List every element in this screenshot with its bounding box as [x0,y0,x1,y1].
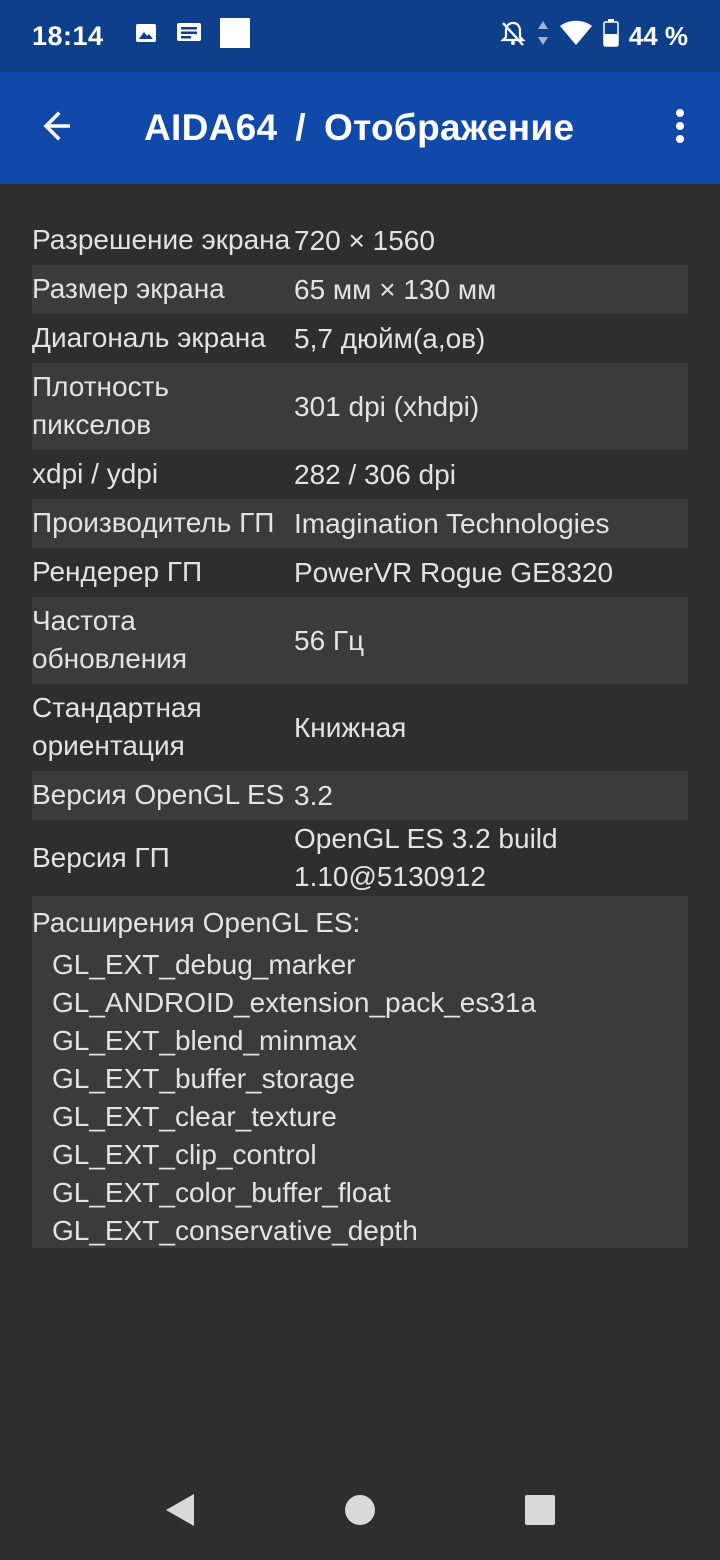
info-row-gpu-vendor: Производитель ГП Imagination Technologie… [32,499,688,548]
list-item: GL_ANDROID_extension_pack_es31a [52,987,537,1018]
row-value: 282 / 306 dpi [294,458,456,490]
overflow-menu-button[interactable] [640,72,720,184]
info-row-resolution: Разрешение экрана 720 × 1560 [32,216,688,265]
app-name: AIDA64 [144,107,278,148]
display-info-list: Разрешение экрана 720 × 1560 Размер экра… [32,216,688,1248]
nav-home-icon [344,1494,376,1531]
row-value: Imagination Technologies [294,507,610,539]
title-separator: / [295,107,306,148]
nav-recents-button[interactable] [510,1482,570,1542]
list-item: GL_EXT_debug_marker [52,949,356,980]
list-item: GL_EXT_blend_minmax [52,1025,358,1056]
row-value: 5,7 дюйм(а,ов) [294,322,486,354]
section-name: Отображение [324,107,575,148]
nav-recents-icon [525,1494,555,1530]
nav-back-icon [164,1493,196,1532]
wifi-icon [559,20,593,53]
row-value: 3.2 [294,779,333,811]
app-bar: AIDA64 / Отображение [0,72,720,184]
message-notification-icon [176,21,202,52]
row-value: 720 × 1560 [294,224,435,256]
battery-icon [602,18,619,54]
list-item: GL_EXT_buffer_storage [52,1063,356,1094]
image-notification-icon [134,21,158,52]
row-value: 56 Гц [294,624,365,656]
row-label: Размер экрана [32,273,225,304]
arrow-left-icon [38,108,74,149]
row-value: 301 dpi (xhdpi) [294,390,480,422]
info-row-gpu-renderer: Рендерер ГП PowerVR Rogue GE8320 [32,548,688,597]
list-item: GL_EXT_conservative_depth [52,1215,418,1246]
info-row-xdpi-ydpi: xdpi / ydpi 282 / 306 dpi [32,450,688,499]
extensions-title: Расширения OpenGL ES: [32,907,361,938]
row-label: Рендерер ГП [32,556,203,587]
info-row-opengl-version: Версия OpenGL ES 3.2 [32,771,688,820]
info-row-gpu-version: Версия ГП OpenGL ES 3.2 build 1.10@51309… [32,820,688,896]
row-label: Разрешение экрана [32,224,291,255]
row-label: Плотность пикселов [32,371,170,440]
data-arrows-icon [537,20,549,53]
row-value: Книжная [294,711,407,743]
status-bar: 18:14 44 % [0,0,720,72]
row-label: Версия ГП [32,841,170,873]
opengl-extensions-block: Расширения OpenGL ES: GL_EXT_debug_marke… [32,896,688,1248]
info-row-refresh-rate: Частота обновления 56 Гц [32,597,688,684]
square-notification-icon [219,17,250,55]
extensions-list: GL_EXT_debug_marker GL_ANDROID_extension… [32,946,688,1248]
row-label: Версия OpenGL ES [32,779,285,810]
list-item: GL_EXT_color_buffer_float [52,1177,391,1208]
page-title: AIDA64 / Отображение [144,107,574,149]
battery-percent: 44 % [628,20,688,51]
back-button[interactable] [0,72,112,184]
info-row-pixel-density: Плотность пикселов 301 dpi (xhdpi) [32,363,688,450]
more-vertical-icon [675,108,685,148]
row-value: 65 мм × 130 мм [294,273,497,305]
status-time: 18:14 [32,20,104,51]
row-label: Стандартная ориентация [32,692,202,761]
system-nav-bar [0,1464,720,1560]
muted-bell-icon [499,19,527,54]
notification-icons [134,17,250,55]
nav-back-button[interactable] [150,1482,210,1542]
info-row-screen-size: Размер экрана 65 мм × 130 мм [32,265,688,314]
info-row-diagonal: Диагональ экрана 5,7 дюйм(а,ов) [32,314,688,363]
list-item: GL_EXT_clear_texture [52,1101,337,1132]
nav-home-button[interactable] [330,1482,390,1542]
row-label: Частота обновления [32,605,188,674]
list-item: GL_EXT_clip_control [52,1139,317,1170]
row-value: PowerVR Rogue GE8320 [294,556,614,588]
info-row-orientation: Стандартная ориентация Книжная [32,684,688,771]
row-label: Диагональ экрана [32,322,266,353]
row-label: xdpi / ydpi [32,458,159,489]
row-value: OpenGL ES 3.2 build 1.10@5130912 [294,823,558,892]
row-label: Производитель ГП [32,507,275,538]
